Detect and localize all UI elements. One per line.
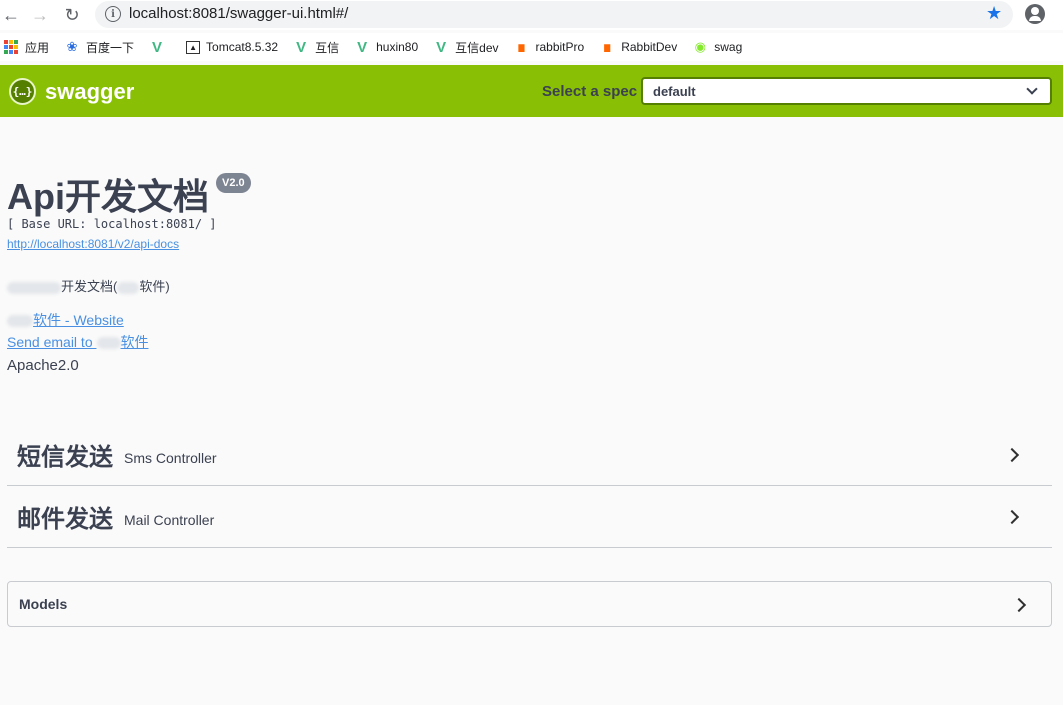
apps-grid-icon xyxy=(3,39,19,55)
email-link[interactable]: Send email to 软件 xyxy=(7,332,149,352)
address-bar[interactable]: i localhost:8081/swagger-ui.html#/ xyxy=(95,1,1013,28)
api-docs-link[interactable]: http://localhost:8081/v2/api-docs xyxy=(7,237,179,251)
bookmark-rabbit-dev[interactable]: ∎ RabbitDev xyxy=(599,38,678,55)
swagger-logo[interactable]: {…} swagger xyxy=(9,78,134,105)
swagger-icon: ◉ xyxy=(694,39,706,54)
bookmark-label: 互信dev xyxy=(455,40,499,55)
redacted-text xyxy=(117,281,140,294)
bookmark-swag[interactable]: ◉ swag xyxy=(692,39,743,55)
chevron-right-icon[interactable] xyxy=(1004,509,1020,525)
tag-mail-controller[interactable]: 邮件发送 Mail Controller xyxy=(7,486,1052,548)
bookmark-star-icon[interactable]: ★ xyxy=(986,3,1002,24)
spec-select[interactable]: default xyxy=(641,77,1052,105)
vue-icon: V xyxy=(357,38,368,56)
bookmark-label: rabbitPro xyxy=(535,40,585,54)
tag-title: 邮件发送 xyxy=(17,506,113,533)
chevron-right-icon[interactable] xyxy=(1004,447,1020,463)
tag-description: Sms Controller xyxy=(124,449,217,466)
spec-select-label: Select a spec xyxy=(542,83,638,100)
bookmarks-bar: 应用 ❀ 百度一下 V ▲ Tomcat8.5.32 V 互信 V huxin8… xyxy=(0,33,1063,61)
url-text[interactable]: localhost:8081/swagger-ui.html#/ xyxy=(129,5,348,22)
reload-icon[interactable]: ↻ xyxy=(61,4,83,26)
models-title: Models xyxy=(19,596,68,612)
bookmark-huxin80[interactable]: V huxin80 xyxy=(354,38,419,56)
bookmark-rabbit-pro[interactable]: ∎ rabbitPro xyxy=(514,38,585,55)
vue-icon: V xyxy=(152,38,163,56)
bookmark-label: 应用 xyxy=(25,40,50,55)
version-badge: V2.0 xyxy=(216,173,251,193)
bookmark-label: RabbitDev xyxy=(621,40,678,54)
bookmark-apps[interactable]: 应用 xyxy=(3,39,49,56)
license-text: Apache2.0 xyxy=(7,357,79,374)
site-info-icon[interactable]: i xyxy=(105,6,121,22)
redacted-text xyxy=(7,315,33,328)
swagger-topbar: {…} swagger Select a spec default xyxy=(0,65,1063,117)
back-arrow-icon[interactable]: ← xyxy=(0,4,22,26)
bookmark-vue[interactable]: V xyxy=(149,38,171,56)
bookmark-label: 互信 xyxy=(315,40,340,55)
tag-sms-controller[interactable]: 短信发送 Sms Controller xyxy=(7,424,1052,486)
vue-icon: V xyxy=(436,38,447,56)
models-section[interactable]: Models xyxy=(7,581,1052,627)
vue-icon: V xyxy=(296,38,307,56)
swagger-logo-text: swagger xyxy=(45,78,135,104)
api-description: 开发文档(软件) xyxy=(7,276,170,295)
bookmark-tomcat[interactable]: ▲ Tomcat8.5.32 xyxy=(186,40,278,54)
chevron-down-icon xyxy=(1026,83,1038,95)
base-url: [ Base URL: localhost:8081/ ] xyxy=(7,217,217,231)
rabbitmq-icon: ∎ xyxy=(602,38,612,55)
spec-select-value: default xyxy=(653,83,696,99)
forward-arrow-icon[interactable]: → xyxy=(29,4,51,26)
tomcat-icon: ▲ xyxy=(186,40,201,54)
swagger-logo-icon: {…} xyxy=(9,78,36,105)
profile-avatar-icon[interactable] xyxy=(1025,4,1045,24)
bookmark-label: swag xyxy=(714,40,743,54)
browser-toolbar: ← → ↻ i localhost:8081/swagger-ui.html#/… xyxy=(0,0,1063,30)
bookmark-huxin[interactable]: V 互信 xyxy=(293,39,339,56)
tag-description: Mail Controller xyxy=(124,511,215,528)
redacted-text xyxy=(7,281,61,294)
rabbitmq-icon: ∎ xyxy=(517,38,526,55)
chevron-right-icon[interactable] xyxy=(1011,597,1027,613)
redacted-text xyxy=(96,337,121,350)
bookmark-baidu[interactable]: ❀ 百度一下 xyxy=(64,39,134,56)
baidu-paw-icon: ❀ xyxy=(66,39,78,54)
website-link[interactable]: 软件 - Website xyxy=(7,310,124,330)
api-title: Api开发文档 xyxy=(7,176,209,217)
bookmark-label: huxin80 xyxy=(376,40,419,54)
bookmark-huxin-dev[interactable]: V 互信dev xyxy=(433,39,498,56)
bookmark-label: 百度一下 xyxy=(86,40,135,55)
bookmark-label: Tomcat8.5.32 xyxy=(206,40,279,54)
tag-title: 短信发送 xyxy=(17,444,113,471)
